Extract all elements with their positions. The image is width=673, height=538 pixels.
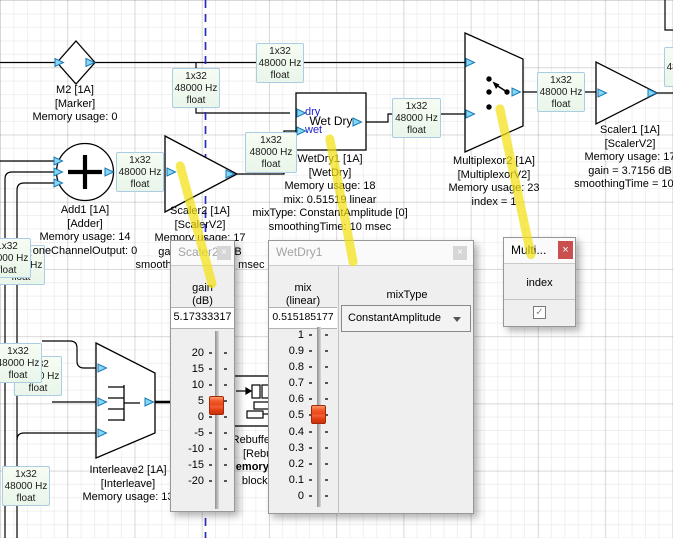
row-divider — [504, 299, 575, 300]
mix-tick: 0.2 — [269, 457, 304, 471]
wetdry1-panel-title: WetDry1 — [276, 245, 322, 259]
mixtype-param-header: mixType — [339, 289, 475, 302]
mix-tick: 0.7 — [269, 376, 304, 390]
mix-slider-handle[interactable] — [311, 405, 326, 424]
wire-format-label: 1x3248000 Hzfloat — [392, 98, 441, 138]
mixtype-dropdown[interactable]: ConstantAmplitude — [341, 305, 471, 332]
gain-tick: 10 — [171, 378, 204, 392]
mix-tick: 0.6 — [269, 392, 304, 406]
mix-tick: 0.8 — [269, 360, 304, 374]
close-icon[interactable]: × — [558, 241, 573, 259]
close-icon[interactable]: × — [217, 246, 231, 260]
canvas: 1x3248000 Hzfloat 1x3248000 Hzfloat 1x32… — [0, 0, 673, 538]
m2-block-text: M2 [1A][Marker]Memory usage: 0 — [15, 84, 135, 125]
gain-slider-track[interactable] — [215, 331, 219, 509]
wetdry1-panel-titlebar[interactable]: WetDry1 × — [269, 241, 473, 266]
gain-tick: 0 — [171, 410, 204, 424]
wire-format-label: 1x3248000 Hzfloat — [664, 47, 673, 87]
gain-tick: -20 — [171, 474, 204, 488]
mix-param-header: mix(linear) — [269, 282, 337, 308]
wire — [665, 0, 673, 30]
multiplexor2-inspector-panel: Multi... × index ✓ — [503, 237, 576, 327]
mix-value-field[interactable]: 0.515185177 — [269, 307, 337, 329]
scaler2-inspector-panel: Scaler2 × gain(dB) 5.17333317 20 15 10 5… — [170, 240, 235, 512]
wetdry-dry-pin-label: dry — [305, 106, 320, 118]
mix-tick: 0.4 — [269, 425, 304, 439]
mix-tick: 0.9 — [269, 344, 304, 358]
index-param-header: index — [504, 277, 575, 290]
gain-tick: -15 — [171, 458, 204, 472]
gain-tick: 5 — [171, 394, 204, 408]
chevron-down-icon — [453, 317, 461, 322]
wire-format-label: 1x3248000 Hzfloat — [537, 72, 585, 112]
wire-format-label: 1x3248000 Hzfloat — [116, 152, 164, 192]
mix-tick: 0 — [269, 489, 304, 503]
checkmark-icon: ✓ — [535, 307, 543, 318]
close-icon[interactable]: × — [453, 246, 467, 260]
wire-format-label: 1x3248000 Hzfloat — [0, 343, 42, 383]
gain-slider-handle[interactable] — [209, 396, 224, 415]
mix-tick: 1 — [269, 328, 304, 342]
wire-format-label: 1x3248000 Hzfloat — [256, 43, 304, 83]
scaler1-block-text: Scaler1 [1A][ScalerV2] Memory usage: 17g… — [542, 124, 673, 192]
wire-format-label: 1x3248000 Hzfloat — [2, 466, 50, 506]
column-divider — [338, 266, 339, 514]
mix-tick: 0.1 — [269, 473, 304, 487]
gain-param-header: gain(dB) — [171, 282, 234, 308]
mix-tick: 0.3 — [269, 441, 304, 455]
gain-value-field[interactable]: 5.17333317 — [171, 307, 234, 329]
wire-format-label: 1x3248000 Hzfloat — [172, 68, 220, 108]
mixtype-dropdown-value: ConstantAmplitude — [348, 312, 441, 324]
mix-tick: 0.5 — [269, 408, 304, 422]
wetdry1-inspector-panel: WetDry1 × mix(linear) 0.515185177 1 0.9 … — [268, 240, 474, 514]
index-checkbox[interactable]: ✓ — [533, 306, 546, 319]
multiplexor2-panel-titlebar[interactable]: Multi... × — [504, 238, 575, 264]
wire — [17, 433, 98, 440]
gain-tick: 15 — [171, 362, 204, 376]
wetdry-wet-pin-label: wet — [305, 124, 322, 136]
gain-tick: -5 — [171, 426, 204, 440]
gain-tick: 20 — [171, 346, 204, 360]
gain-tick: -10 — [171, 442, 204, 456]
